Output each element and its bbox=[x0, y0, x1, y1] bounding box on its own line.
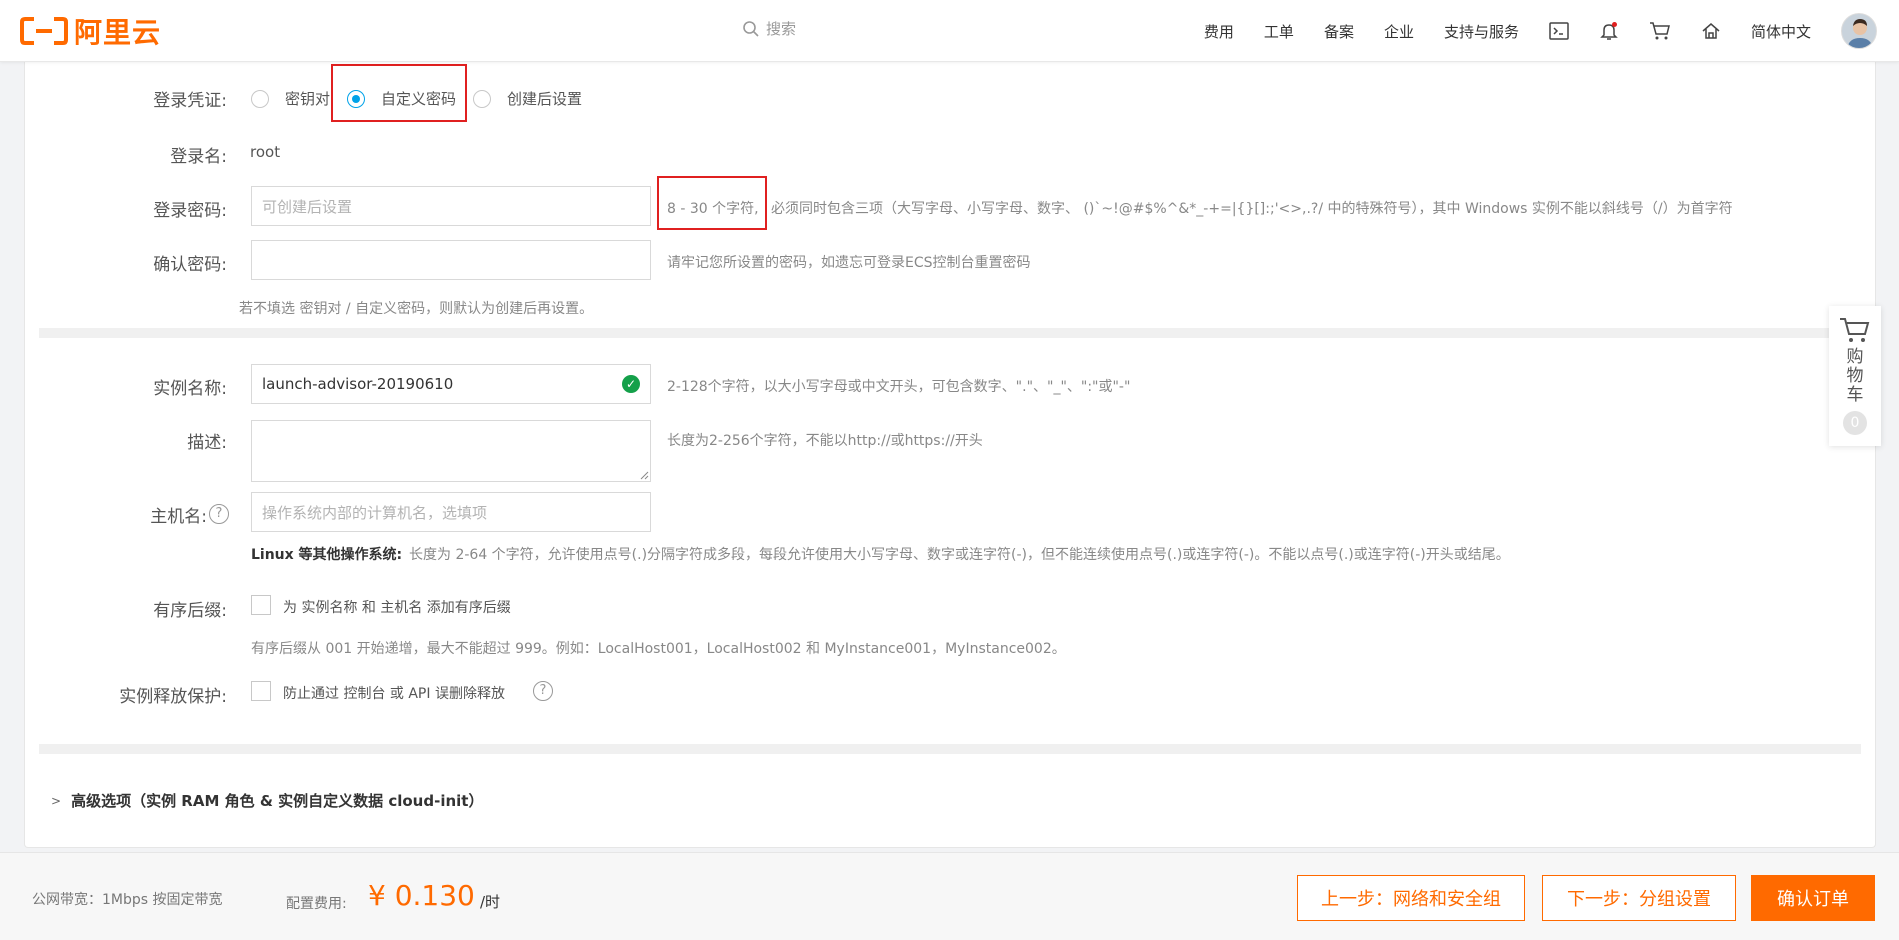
confirm-password-hint: 请牢记您所设置的密码，如遗忘可登录ECS控制台重置密码 bbox=[667, 255, 1031, 271]
username-value: root bbox=[250, 143, 281, 161]
nav-item-billing[interactable]: 费用 bbox=[1204, 21, 1234, 42]
cart-icon bbox=[1840, 318, 1870, 342]
password-hint-rules: 必须同时包含三项（大写字母、小写字母、数字、 ()`~!@#$%^&*_-+=|… bbox=[771, 201, 1733, 217]
hostname-hint-os: Linux 等其他操作系统: bbox=[251, 547, 403, 563]
confirm-password-input[interactable] bbox=[251, 240, 651, 280]
floating-cart[interactable]: 购物车 0 bbox=[1829, 306, 1881, 446]
prev-step-label: 上一步：网络和安全组 bbox=[1321, 889, 1501, 910]
annotation-box-length bbox=[657, 176, 767, 230]
release-protection-option: 防止通过 控制台 或 API 误删除释放 bbox=[283, 686, 505, 702]
radio-keypair-dot[interactable] bbox=[251, 89, 269, 108]
hostname-input[interactable]: 操作系统内部的计算机名，选填项 bbox=[251, 492, 651, 532]
suffix-option-label: 为 实例名称 和 主机名 添加有序后缀 bbox=[283, 600, 511, 616]
release-protection-label: 实例释放保护: bbox=[119, 687, 227, 707]
instance-name-value: launch-advisor-20190610 bbox=[262, 375, 454, 393]
home-icon[interactable] bbox=[1701, 21, 1721, 41]
price-value: ¥ 0.130 bbox=[368, 879, 475, 912]
avatar[interactable] bbox=[1841, 13, 1877, 49]
suffix-note: 有序后缀从 001 开始递增，最大不能超过 999。例如：LocalHost00… bbox=[251, 641, 1066, 657]
top-nav: 费用 工单 备案 企业 支持与服务 简体中文 bbox=[1174, 0, 1877, 62]
radio-set-later-dot[interactable] bbox=[473, 89, 491, 108]
chevron-right-icon: > bbox=[51, 793, 62, 808]
resize-handle-icon[interactable] bbox=[639, 470, 649, 480]
top-navigation-bar: 阿里云 搜索 费用 工单 备案 企业 支持与服务 简体中文 bbox=[0, 0, 1899, 62]
aliyun-logo[interactable]: 阿里云 bbox=[20, 14, 162, 49]
nav-item-enterprise[interactable]: 企业 bbox=[1384, 21, 1414, 42]
nav-item-ticket[interactable]: 工单 bbox=[1264, 21, 1294, 42]
annotation-box-custom-password bbox=[331, 64, 467, 122]
cart-icon[interactable] bbox=[1649, 21, 1671, 41]
radio-set-later[interactable]: 创建后设置 bbox=[473, 88, 582, 109]
bandwidth-summary: 公网带宽：1Mbps 按固定带宽 bbox=[32, 892, 223, 908]
aliyun-logo-icon bbox=[20, 17, 68, 45]
description-label: 描述: bbox=[187, 433, 227, 453]
bell-icon[interactable] bbox=[1599, 21, 1619, 41]
search-placeholder: 搜索 bbox=[766, 20, 797, 38]
instance-name-hint: 2-128个字符，以大小写字母或中文开头，可包含数字、"."、"_"、":"或"… bbox=[667, 379, 1131, 395]
description-textarea[interactable] bbox=[251, 420, 651, 482]
description-hint: 长度为2-256个字符，不能以http://或https://开头 bbox=[667, 433, 983, 449]
nav-item-support[interactable]: 支持与服务 bbox=[1444, 21, 1519, 42]
config-panel: 登录凭证: 密钥对 自定义密码 创建后设置 登录名: root 登录密码: 可创… bbox=[24, 62, 1876, 848]
credential-label: 登录凭证: bbox=[153, 91, 227, 111]
suffix-checkbox[interactable] bbox=[251, 595, 271, 615]
suffix-label: 有序后缀: bbox=[153, 601, 227, 621]
radio-set-later-label: 创建后设置 bbox=[507, 90, 583, 108]
logo-text: 阿里云 bbox=[74, 16, 162, 49]
terminal-icon[interactable] bbox=[1549, 22, 1569, 40]
instance-name-label: 实例名称: bbox=[153, 379, 227, 399]
language-switch[interactable]: 简体中文 bbox=[1751, 21, 1811, 42]
floating-cart-label: 购物车 bbox=[1846, 347, 1864, 405]
next-step-label: 下一步：分组设置 bbox=[1567, 889, 1711, 910]
section-divider bbox=[39, 328, 1861, 338]
confirm-order-label: 确认订单 bbox=[1777, 889, 1849, 910]
password-placeholder: 可创建后设置 bbox=[262, 197, 353, 216]
prev-step-button[interactable]: 上一步：网络和安全组 bbox=[1297, 875, 1525, 921]
release-protection-help-icon[interactable]: ? bbox=[533, 681, 553, 701]
order-footer: 公网带宽：1Mbps 按固定带宽 配置费用: ¥ 0.130 /时 上一步：网络… bbox=[0, 852, 1899, 940]
hostname-hint: 长度为 2-64 个字符，允许使用点号(.)分隔字符成多段，每段允许使用大小写字… bbox=[409, 547, 1510, 563]
hostname-help-icon[interactable]: ? bbox=[209, 504, 229, 524]
section-divider-2 bbox=[39, 744, 1861, 754]
credential-note: 若不填选 密钥对 / 自定义密码，则默认为创建后再设置。 bbox=[239, 301, 594, 317]
advanced-options-label: 高级选项（实例 RAM 角色 & 实例自定义数据 cloud-init） bbox=[71, 792, 484, 810]
radio-keypair-label: 密钥对 bbox=[285, 90, 331, 108]
confirm-order-button[interactable]: 确认订单 bbox=[1751, 875, 1875, 921]
release-protection-checkbox[interactable] bbox=[251, 681, 271, 701]
valid-check-icon: ✓ bbox=[622, 375, 640, 393]
floating-cart-count: 0 bbox=[1843, 411, 1867, 435]
hostname-placeholder: 操作系统内部的计算机名，选填项 bbox=[262, 503, 488, 522]
cost-label: 配置费用: bbox=[286, 896, 347, 912]
instance-name-input[interactable]: launch-advisor-20190610 bbox=[251, 364, 651, 404]
global-search[interactable]: 搜索 bbox=[742, 18, 796, 39]
next-step-button[interactable]: 下一步：分组设置 bbox=[1542, 875, 1736, 921]
password-label: 登录密码: bbox=[153, 201, 227, 221]
password-input[interactable]: 可创建后设置 bbox=[251, 186, 651, 226]
search-icon bbox=[743, 20, 759, 37]
price-unit: /时 bbox=[480, 893, 501, 911]
hostname-label: 主机名: bbox=[150, 507, 207, 527]
advanced-options-toggle[interactable]: > 高级选项（实例 RAM 角色 & 实例自定义数据 cloud-init） bbox=[51, 790, 483, 811]
username-label: 登录名: bbox=[170, 147, 227, 167]
confirm-password-label: 确认密码: bbox=[153, 255, 227, 275]
radio-keypair[interactable]: 密钥对 bbox=[251, 88, 330, 109]
nav-item-filing[interactable]: 备案 bbox=[1324, 21, 1354, 42]
